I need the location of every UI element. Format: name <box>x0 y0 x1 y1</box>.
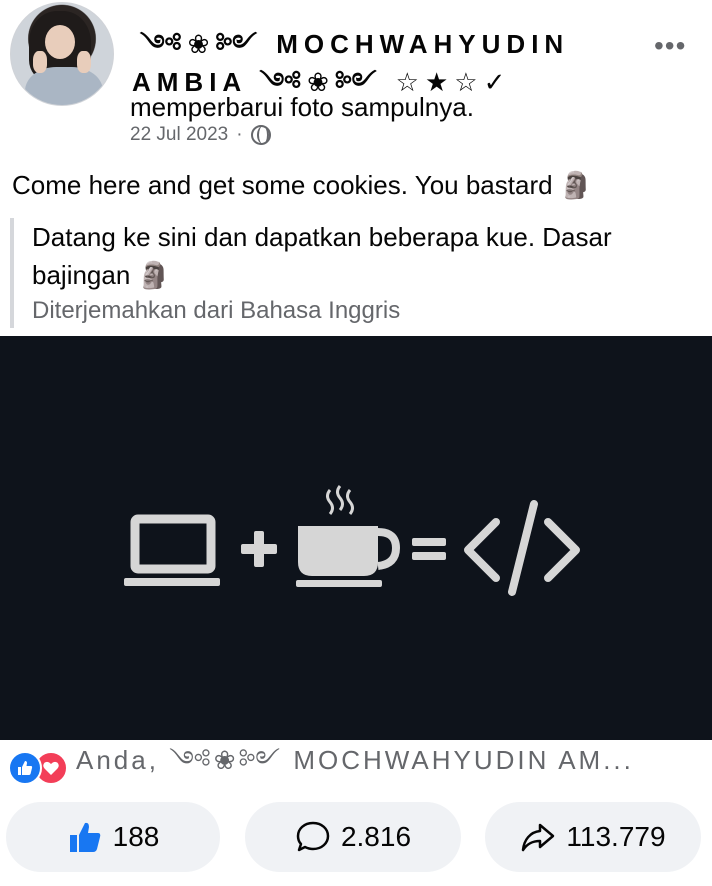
post-caption: Come here and get some cookies. You bast… <box>12 170 593 200</box>
code-icon <box>464 500 580 596</box>
post-meta: 22 Jul 2023 · <box>130 124 271 146</box>
thumbs-up-icon <box>69 822 100 852</box>
globe-icon <box>250 125 271 145</box>
share-button[interactable]: 113.779 <box>485 802 701 872</box>
profile-avatar[interactable] <box>10 2 114 106</box>
comment-icon <box>296 821 330 852</box>
meta-separator: · <box>236 124 243 145</box>
translation-block: Datang ke sini dan dapatkan beberapa kue… <box>10 218 700 328</box>
plus-icon <box>241 531 277 567</box>
reactors-text[interactable]: Anda, ༺❀༻ MOCHWAHYUDIN AM... <box>76 732 634 805</box>
like-icon <box>8 751 42 785</box>
equals-icon <box>412 538 446 560</box>
share-count: 113.779 <box>566 821 666 852</box>
post-action-text: memperbarui foto sampulnya. <box>130 92 474 122</box>
like-count: 188 <box>112 821 160 852</box>
reaction-summary[interactable]: Anda, ༺❀༻ MOCHWAHYUDIN AM... <box>8 745 634 788</box>
translation-source[interactable]: Diterjemahkan dari Bahasa Inggris <box>32 294 700 328</box>
comment-button[interactable]: 2.816 <box>245 802 461 872</box>
coffee-cup-icon <box>296 485 401 587</box>
cover-photo[interactable] <box>0 336 712 740</box>
like-button[interactable]: 188 <box>6 802 220 872</box>
more-options-button[interactable]: ••• <box>654 30 686 62</box>
share-icon <box>522 823 555 852</box>
post-header: ༺❀༻ MOCHWAHYUDIN AMBIA ༺❀༻ ☆★☆✓ memperba… <box>0 0 712 160</box>
translated-text: Datang ke sini dan dapatkan beberapa kue… <box>32 222 612 290</box>
post-date[interactable]: 22 Jul 2023 <box>130 124 228 146</box>
comment-count: 2.816 <box>340 821 412 852</box>
laptop-icon <box>124 514 220 586</box>
